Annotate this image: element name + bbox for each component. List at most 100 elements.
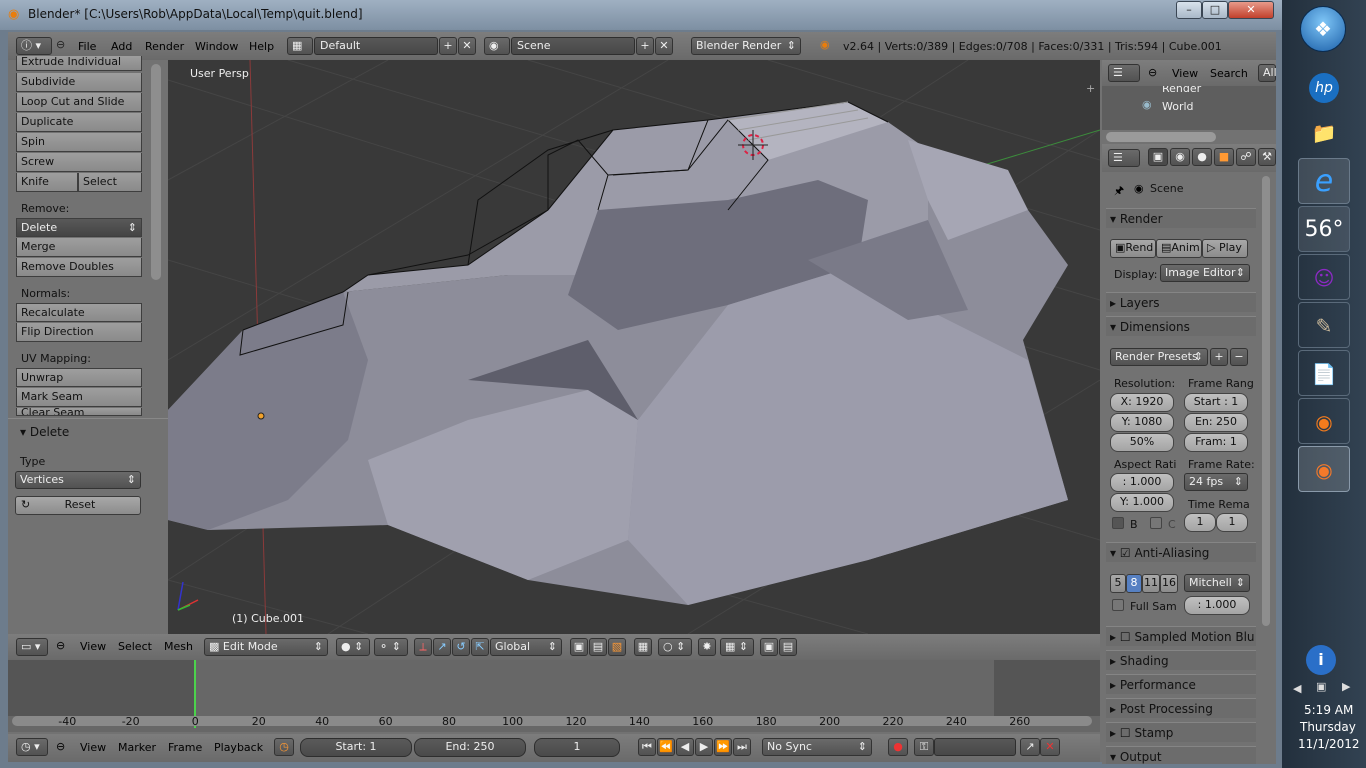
render-anim-icon[interactable]: ▤ (779, 638, 797, 656)
aa-samples-11[interactable]: 11 (1142, 574, 1160, 593)
edge-select-icon[interactable]: ▤ (589, 638, 607, 656)
frame-end-field[interactable]: En: 250 (1184, 413, 1248, 432)
aa-filter-size-field[interactable]: : 1.000 (1184, 596, 1250, 615)
timeline-menu-marker[interactable]: Marker (118, 741, 156, 754)
scene-name-field[interactable]: Scene (511, 37, 635, 55)
tool-clear-seam[interactable]: Clear Seam (16, 408, 142, 416)
play-button[interactable]: ▷ Play (1202, 239, 1248, 258)
view3d-menu-mesh[interactable]: Mesh (164, 640, 193, 653)
orientation-dropdown[interactable]: Global ⇕ (490, 638, 562, 656)
remove-layout-icon[interactable]: ✕ (458, 37, 476, 55)
start-frame-field[interactable]: Start: 1 (300, 738, 412, 757)
tool-unwrap[interactable]: Unwrap (16, 368, 142, 387)
sampled-motion-blur-header[interactable]: ▸ ☐ Sampled Motion Blu (1106, 626, 1256, 646)
view3d-menu-view[interactable]: View (80, 640, 106, 653)
stamp-panel-header[interactable]: ▸ ☐ Stamp (1106, 722, 1256, 742)
scene-type-icon[interactable]: ◉ (484, 37, 510, 55)
outliner-menu-view[interactable]: View (1172, 67, 1198, 80)
scale-icon[interactable]: ⇱ (471, 638, 489, 656)
keying-set-field[interactable] (934, 738, 1016, 756)
jump-end-icon[interactable]: ⏭ (733, 738, 751, 756)
tool-recalculate[interactable]: Recalculate (16, 303, 142, 322)
anim-button[interactable]: ▤Anim (1156, 239, 1202, 258)
gimp-icon[interactable]: ✎ (1298, 302, 1350, 348)
minimize-button[interactable]: – (1176, 1, 1202, 19)
3d-viewport[interactable]: User Persp (1) Cube.001 + (168, 60, 1100, 634)
add-preset-icon[interactable]: + (1210, 348, 1228, 366)
object-tab-icon[interactable]: ■ (1214, 148, 1234, 166)
post-processing-panel-header[interactable]: ▸ Post Processing (1106, 698, 1256, 718)
play-reverse-icon[interactable]: ◀ (676, 738, 694, 756)
pivot-dropdown[interactable]: ⚬ ⇕ (374, 638, 408, 656)
pin-icon[interactable]: 🖈 (1114, 182, 1124, 201)
resolution-y-field[interactable]: Y: 1080 (1110, 413, 1174, 432)
tool-knife[interactable]: Knife (16, 173, 78, 192)
collapse-icon[interactable]: ⊖ (56, 639, 65, 652)
stamp-checkbox-icon[interactable]: ☐ (1120, 726, 1131, 740)
mode-dropdown[interactable]: ▩ Edit Mode ⇕ (204, 638, 328, 656)
record-icon[interactable]: ● (888, 738, 908, 756)
internet-explorer-icon[interactable]: e (1298, 158, 1350, 204)
yahoo-messenger-icon[interactable]: ☺ (1298, 254, 1350, 300)
view3d-editor-type[interactable]: ▭ ▾ (16, 638, 48, 656)
frame-start-field[interactable]: Start : 1 (1184, 393, 1248, 412)
layout-name-field[interactable]: Default (314, 37, 438, 55)
time-remap-old-field[interactable]: 1 (1184, 513, 1216, 532)
face-select-icon[interactable]: ▧ (608, 638, 626, 656)
scene-tab-icon[interactable]: ◉ (1170, 148, 1190, 166)
modifiers-tab-icon[interactable]: ⚒ (1258, 148, 1276, 166)
menu-render[interactable]: Render (145, 40, 184, 53)
tool-extrude-individual[interactable]: Extrude Individual (16, 56, 142, 71)
tool-screw[interactable]: Screw (16, 153, 142, 172)
output-panel-header[interactable]: ▾ Output (1106, 746, 1256, 764)
menu-file[interactable]: File (78, 40, 96, 53)
current-frame-field[interactable]: 1 (534, 738, 620, 757)
toolshelf-scrollbar[interactable] (151, 64, 161, 280)
add-scene-icon[interactable]: + (636, 37, 654, 55)
tool-flip-direction[interactable]: Flip Direction (16, 323, 142, 342)
shading-panel-header[interactable]: ▸ Shading (1106, 650, 1256, 670)
outliner-menu-search[interactable]: Search (1210, 67, 1248, 80)
crop-checkbox[interactable] (1150, 517, 1162, 529)
resolution-percent-field[interactable]: 50% (1110, 433, 1174, 452)
timeline-menu-playback[interactable]: Playback (214, 741, 263, 754)
outliner-item-render[interactable]: Render (1162, 86, 1201, 95)
folder-taskbar-icon[interactable]: 📁 (1298, 110, 1350, 156)
shading-dropdown[interactable]: ● ⇕ (336, 638, 370, 656)
tool-spin[interactable]: Spin (16, 133, 142, 152)
layers-panel-header[interactable]: ▸ Layers (1106, 292, 1256, 312)
tool-duplicate[interactable]: Duplicate (16, 113, 142, 132)
manipulator-toggle-icon[interactable]: ⟂ (414, 638, 432, 656)
vertex-select-icon[interactable]: ▣ (570, 638, 588, 656)
jump-keyframe-back-icon[interactable]: ⏪ (657, 738, 675, 756)
timeline-menu-view[interactable]: View (80, 741, 106, 754)
delete-keyframe-icon[interactable]: ✕ (1040, 738, 1060, 756)
layout-type-icon[interactable]: ▦ (287, 37, 313, 55)
menu-help[interactable]: Help (249, 40, 274, 53)
render-tab-icon[interactable]: ▣ (1148, 148, 1168, 166)
tool-mark-seam[interactable]: Mark Seam (16, 388, 142, 407)
add-layout-icon[interactable]: + (439, 37, 457, 55)
timeline[interactable]: -40 -20 0 20 40 60 80 100 120 140 160 180 200 220 240 2… (8, 660, 1100, 732)
start-button[interactable]: ❖ (1300, 6, 1346, 52)
border-checkbox[interactable] (1112, 517, 1124, 529)
aa-checkbox-icon[interactable]: ☑ (1120, 546, 1131, 560)
keying-set-icon[interactable]: ⚿ (914, 738, 934, 756)
outliner-scrollbar[interactable] (1106, 132, 1216, 142)
translate-icon[interactable]: ↗ (433, 638, 451, 656)
snap-element-dropdown[interactable]: ▦ ⇕ (720, 638, 754, 656)
tool-loop-cut[interactable]: Loop Cut and Slide (16, 93, 142, 112)
aa-samples-16[interactable]: 16 (1160, 574, 1178, 593)
frame-step-field[interactable]: Fram: 1 (1184, 433, 1248, 452)
notification-info-icon[interactable]: i (1306, 645, 1336, 675)
jump-start-icon[interactable]: ⏮ (638, 738, 656, 756)
tool-merge[interactable]: Merge (16, 238, 142, 257)
proportional-edit-icon[interactable]: ○ ⇕ (658, 638, 692, 656)
properties-editor-type[interactable]: ☰ (1108, 149, 1140, 167)
aspect-x-field[interactable]: : 1.000 (1110, 473, 1174, 492)
title-bar[interactable]: ◉ Blender* [C:\Users\Rob\AppData\Local\T… (0, 0, 1282, 30)
motion-blur-checkbox-icon[interactable]: ☐ (1120, 630, 1131, 644)
view3d-menu-select[interactable]: Select (118, 640, 152, 653)
hp-taskbar-icon[interactable]: hp (1298, 62, 1350, 108)
remove-preset-icon[interactable]: − (1230, 348, 1248, 366)
